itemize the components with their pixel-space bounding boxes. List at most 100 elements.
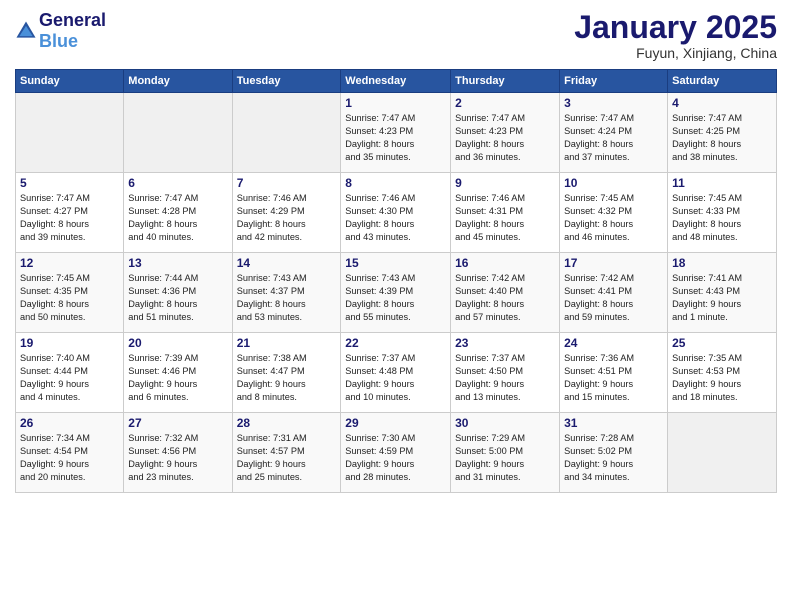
day-number: 29 xyxy=(345,416,446,430)
weekday-header: Tuesday xyxy=(232,70,341,93)
day-info: Sunrise: 7:47 AM Sunset: 4:28 PM Dayligh… xyxy=(128,192,227,244)
day-info: Sunrise: 7:46 AM Sunset: 4:31 PM Dayligh… xyxy=(455,192,555,244)
day-number: 12 xyxy=(20,256,119,270)
day-number: 11 xyxy=(672,176,772,190)
day-number: 10 xyxy=(564,176,663,190)
day-number: 8 xyxy=(345,176,446,190)
day-number: 6 xyxy=(128,176,227,190)
day-info: Sunrise: 7:40 AM Sunset: 4:44 PM Dayligh… xyxy=(20,352,119,404)
day-number: 15 xyxy=(345,256,446,270)
day-info: Sunrise: 7:42 AM Sunset: 4:41 PM Dayligh… xyxy=(564,272,663,324)
calendar-cell: 12 Sunrise: 7:45 AM Sunset: 4:35 PM Dayli… xyxy=(16,253,124,333)
weekday-header: Monday xyxy=(124,70,232,93)
weekday-row: SundayMondayTuesdayWednesdayThursdayFrid… xyxy=(16,70,777,93)
calendar-cell xyxy=(668,413,777,493)
calendar-week: 26Sunrise: 7:34 AM Sunset: 4:54 PM Dayli… xyxy=(16,413,777,493)
calendar-cell: 3 Sunrise: 7:47 AM Sunset: 4:24 PM Daylig… xyxy=(560,93,668,173)
day-number: 9 xyxy=(455,176,555,190)
day-info: Sunrise: 7:37 AM Sunset: 4:48 PM Dayligh… xyxy=(345,352,446,404)
day-info: Sunrise: 7:32 AM Sunset: 4:56 PM Dayligh… xyxy=(128,432,227,484)
weekday-header: Friday xyxy=(560,70,668,93)
day-info: Sunrise: 7:47 AM Sunset: 4:25 PM Dayligh… xyxy=(672,112,772,164)
day-number: 30 xyxy=(455,416,555,430)
day-info: Sunrise: 7:47 AM Sunset: 4:23 PM Dayligh… xyxy=(345,112,446,164)
calendar-table: SundayMondayTuesdayWednesdayThursdayFrid… xyxy=(15,69,777,493)
logo-icon xyxy=(15,20,37,42)
logo-text: General Blue xyxy=(39,10,106,52)
calendar-week: 19Sunrise: 7:40 AM Sunset: 4:44 PM Dayli… xyxy=(16,333,777,413)
day-info: Sunrise: 7:45 AM Sunset: 4:35 PM Dayligh… xyxy=(20,272,119,324)
calendar-header: SundayMondayTuesdayWednesdayThursdayFrid… xyxy=(16,70,777,93)
day-info: Sunrise: 7:43 AM Sunset: 4:39 PM Dayligh… xyxy=(345,272,446,324)
weekday-header: Wednesday xyxy=(341,70,451,93)
day-info: Sunrise: 7:30 AM Sunset: 4:59 PM Dayligh… xyxy=(345,432,446,484)
calendar-cell: 13Sunrise: 7:44 AM Sunset: 4:36 PM Dayli… xyxy=(124,253,232,333)
calendar-cell: 18 Sunrise: 7:41 AM Sunset: 4:43 PM Dayli… xyxy=(668,253,777,333)
calendar-cell: 17 Sunrise: 7:42 AM Sunset: 4:41 PM Dayli… xyxy=(560,253,668,333)
calendar-cell: 15 Sunrise: 7:43 AM Sunset: 4:39 PM Dayli… xyxy=(341,253,451,333)
calendar-cell: 22 Sunrise: 7:37 AM Sunset: 4:48 PM Dayli… xyxy=(341,333,451,413)
day-number: 25 xyxy=(672,336,772,350)
day-info: Sunrise: 7:42 AM Sunset: 4:40 PM Dayligh… xyxy=(455,272,555,324)
calendar-cell: 21 Sunrise: 7:38 AM Sunset: 4:47 PM Dayli… xyxy=(232,333,341,413)
day-number: 22 xyxy=(345,336,446,350)
calendar-cell xyxy=(124,93,232,173)
day-number: 16 xyxy=(455,256,555,270)
calendar-cell: 11 Sunrise: 7:45 AM Sunset: 4:33 PM Dayli… xyxy=(668,173,777,253)
calendar-body: 1Sunrise: 7:47 AM Sunset: 4:23 PM Daylig… xyxy=(16,93,777,493)
page-header: General Blue January 2025 Fuyun, Xinjian… xyxy=(15,10,777,61)
calendar-cell: 31Sunrise: 7:28 AM Sunset: 5:02 PM Dayli… xyxy=(560,413,668,493)
day-number: 17 xyxy=(564,256,663,270)
calendar-cell: 5 Sunrise: 7:47 AM Sunset: 4:27 PM Daylig… xyxy=(16,173,124,253)
calendar-cell: 25Sunrise: 7:35 AM Sunset: 4:53 PM Dayli… xyxy=(668,333,777,413)
calendar-cell: 6 Sunrise: 7:47 AM Sunset: 4:28 PM Daylig… xyxy=(124,173,232,253)
weekday-header: Sunday xyxy=(16,70,124,93)
day-info: Sunrise: 7:46 AM Sunset: 4:29 PM Dayligh… xyxy=(237,192,337,244)
title-block: January 2025 Fuyun, Xinjiang, China xyxy=(574,10,777,61)
day-number: 27 xyxy=(128,416,227,430)
day-info: Sunrise: 7:36 AM Sunset: 4:51 PM Dayligh… xyxy=(564,352,663,404)
day-info: Sunrise: 7:41 AM Sunset: 4:43 PM Dayligh… xyxy=(672,272,772,324)
day-number: 18 xyxy=(672,256,772,270)
day-number: 20 xyxy=(128,336,227,350)
day-info: Sunrise: 7:46 AM Sunset: 4:30 PM Dayligh… xyxy=(345,192,446,244)
calendar-cell: 27 Sunrise: 7:32 AM Sunset: 4:56 PM Dayli… xyxy=(124,413,232,493)
calendar-cell: 4 Sunrise: 7:47 AM Sunset: 4:25 PM Daylig… xyxy=(668,93,777,173)
day-info: Sunrise: 7:47 AM Sunset: 4:27 PM Dayligh… xyxy=(20,192,119,244)
calendar-cell: 14Sunrise: 7:43 AM Sunset: 4:37 PM Dayli… xyxy=(232,253,341,333)
day-number: 21 xyxy=(237,336,337,350)
logo: General Blue xyxy=(15,10,106,52)
calendar-cell: 9 Sunrise: 7:46 AM Sunset: 4:31 PM Daylig… xyxy=(451,173,560,253)
day-number: 23 xyxy=(455,336,555,350)
location: Fuyun, Xinjiang, China xyxy=(574,45,777,61)
calendar-cell: 19Sunrise: 7:40 AM Sunset: 4:44 PM Dayli… xyxy=(16,333,124,413)
calendar-cell: 8 Sunrise: 7:46 AM Sunset: 4:30 PM Daylig… xyxy=(341,173,451,253)
calendar-week: 5 Sunrise: 7:47 AM Sunset: 4:27 PM Daylig… xyxy=(16,173,777,253)
weekday-header: Saturday xyxy=(668,70,777,93)
calendar-cell: 28Sunrise: 7:31 AM Sunset: 4:57 PM Dayli… xyxy=(232,413,341,493)
day-info: Sunrise: 7:28 AM Sunset: 5:02 PM Dayligh… xyxy=(564,432,663,484)
calendar-cell xyxy=(16,93,124,173)
weekday-header: Thursday xyxy=(451,70,560,93)
day-number: 4 xyxy=(672,96,772,110)
calendar-cell: 24 Sunrise: 7:36 AM Sunset: 4:51 PM Dayli… xyxy=(560,333,668,413)
day-number: 7 xyxy=(237,176,337,190)
calendar-cell: 20Sunrise: 7:39 AM Sunset: 4:46 PM Dayli… xyxy=(124,333,232,413)
calendar-cell: 10 Sunrise: 7:45 AM Sunset: 4:32 PM Dayli… xyxy=(560,173,668,253)
calendar-cell xyxy=(232,93,341,173)
day-info: Sunrise: 7:38 AM Sunset: 4:47 PM Dayligh… xyxy=(237,352,337,404)
day-info: Sunrise: 7:47 AM Sunset: 4:23 PM Dayligh… xyxy=(455,112,555,164)
day-info: Sunrise: 7:45 AM Sunset: 4:33 PM Dayligh… xyxy=(672,192,772,244)
day-number: 5 xyxy=(20,176,119,190)
day-info: Sunrise: 7:29 AM Sunset: 5:00 PM Dayligh… xyxy=(455,432,555,484)
day-info: Sunrise: 7:47 AM Sunset: 4:24 PM Dayligh… xyxy=(564,112,663,164)
calendar-week: 12 Sunrise: 7:45 AM Sunset: 4:35 PM Dayli… xyxy=(16,253,777,333)
calendar-cell: 7 Sunrise: 7:46 AM Sunset: 4:29 PM Daylig… xyxy=(232,173,341,253)
calendar-cell: 16 Sunrise: 7:42 AM Sunset: 4:40 PM Dayli… xyxy=(451,253,560,333)
day-info: Sunrise: 7:34 AM Sunset: 4:54 PM Dayligh… xyxy=(20,432,119,484)
day-info: Sunrise: 7:45 AM Sunset: 4:32 PM Dayligh… xyxy=(564,192,663,244)
day-number: 24 xyxy=(564,336,663,350)
calendar-cell: 23Sunrise: 7:37 AM Sunset: 4:50 PM Dayli… xyxy=(451,333,560,413)
day-number: 3 xyxy=(564,96,663,110)
calendar-cell: 1Sunrise: 7:47 AM Sunset: 4:23 PM Daylig… xyxy=(341,93,451,173)
